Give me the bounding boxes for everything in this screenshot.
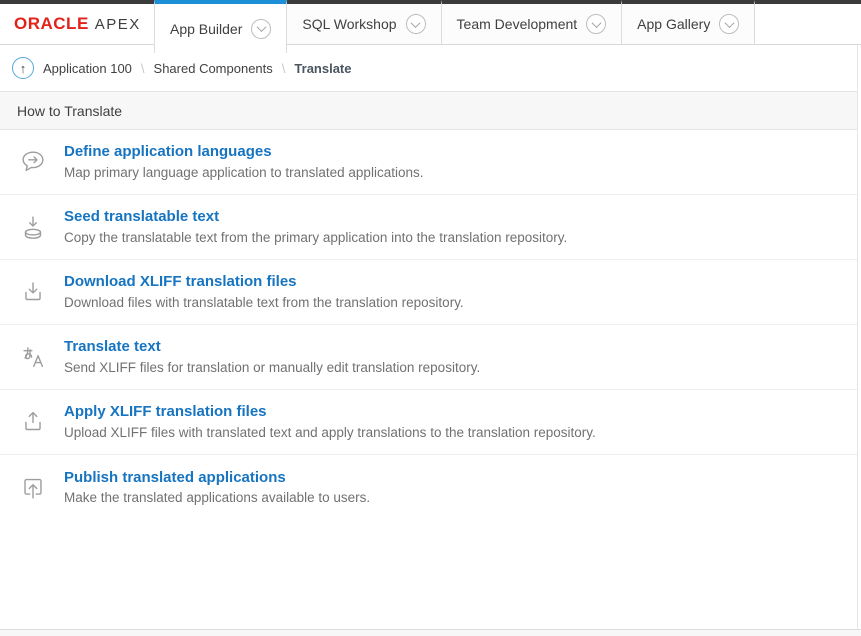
region-header: How to Translate xyxy=(0,91,857,130)
tab-label: SQL Workshop xyxy=(302,16,396,32)
task-title-link[interactable]: Publish translated applications xyxy=(64,469,370,488)
chevron-down-icon[interactable] xyxy=(586,14,606,34)
task-title-link[interactable]: Apply XLIFF translation files xyxy=(64,403,596,422)
chevron-down-icon[interactable] xyxy=(251,19,271,39)
task-row: Translate text Send XLIFF files for tran… xyxy=(0,325,857,390)
task-description: Copy the translatable text from the prim… xyxy=(64,230,567,246)
tab-label: Team Development xyxy=(457,16,578,32)
breadcrumb-link[interactable]: Application 100 xyxy=(43,61,132,76)
task-text: Download XLIFF translation files Downloa… xyxy=(64,273,464,311)
oracle-apex-logo[interactable]: ORACLE APEX xyxy=(0,0,155,45)
task-title-link[interactable]: Download XLIFF translation files xyxy=(64,273,464,292)
top-navigation-bar: ORACLE APEX App Builder SQL Workshop Tea… xyxy=(0,0,861,45)
task-row: Download XLIFF translation files Downloa… xyxy=(0,260,857,325)
oracle-logo-text: ORACLE xyxy=(14,14,89,34)
task-text: Apply XLIFF translation files Upload XLI… xyxy=(64,403,596,441)
task-description: Map primary language application to tran… xyxy=(64,165,423,181)
task-description: Make the translated applications availab… xyxy=(64,490,370,506)
task-description: Send XLIFF files for translation or manu… xyxy=(64,360,480,376)
main-content: ↑ Application 100 \ Shared Components \ xyxy=(0,45,858,629)
apex-window: ORACLE APEX App Builder SQL Workshop Tea… xyxy=(0,0,861,636)
tab-label: App Gallery xyxy=(637,16,710,32)
task-title-link[interactable]: Seed translatable text xyxy=(64,208,567,227)
breadcrumb-item: Application 100 xyxy=(43,61,132,76)
task-text: Seed translatable text Copy the translat… xyxy=(64,208,567,246)
task-row: Publish translated applications Make the… xyxy=(0,455,857,520)
seed-database-icon xyxy=(17,211,49,243)
breadcrumb-link[interactable]: Shared Components xyxy=(154,61,273,76)
speech-bubble-arrow-icon xyxy=(17,146,49,178)
chevron-glyph xyxy=(724,18,734,28)
task-row: Seed translatable text Copy the translat… xyxy=(0,195,857,260)
top-tab[interactable]: App Gallery xyxy=(622,0,755,45)
breadcrumb-separator: \ xyxy=(141,61,145,76)
task-row: Apply XLIFF translation files Upload XLI… xyxy=(0,390,857,455)
task-row: Define application languages Map primary… xyxy=(0,130,857,195)
breadcrumb-item: \ Translate xyxy=(273,61,352,76)
chevron-glyph xyxy=(591,18,601,28)
task-title-link[interactable]: Define application languages xyxy=(64,143,423,162)
tab-label: App Builder xyxy=(170,21,242,37)
task-text: Translate text Send XLIFF files for tran… xyxy=(64,338,480,376)
header-spacer xyxy=(755,0,861,45)
chevron-glyph xyxy=(256,22,266,32)
apex-logo-text: APEX xyxy=(95,16,141,33)
task-description: Upload XLIFF files with translated text … xyxy=(64,425,596,441)
region-title: How to Translate xyxy=(17,103,122,119)
upload-tray-icon xyxy=(17,406,49,438)
top-tab[interactable]: Team Development xyxy=(442,0,623,45)
download-tray-icon xyxy=(17,276,49,308)
breadcrumb-link[interactable]: Translate xyxy=(294,61,351,76)
breadcrumb-item: \ Shared Components xyxy=(132,61,273,76)
translate-characters-icon xyxy=(17,341,49,373)
task-text: Define application languages Map primary… xyxy=(64,143,423,181)
footer-bar xyxy=(0,629,861,636)
publish-box-icon xyxy=(17,472,49,504)
task-title-link[interactable]: Translate text xyxy=(64,338,480,357)
top-tab[interactable]: SQL Workshop xyxy=(287,0,441,45)
task-description: Download files with translatable text fr… xyxy=(64,295,464,311)
chevron-down-icon[interactable] xyxy=(406,14,426,34)
top-tabs: App Builder SQL Workshop Team Developmen… xyxy=(155,0,755,53)
up-arrow-icon[interactable]: ↑ xyxy=(12,57,34,79)
breadcrumb-items: Application 100 \ Shared Components \ Tr… xyxy=(43,61,352,76)
task-list: Define application languages Map primary… xyxy=(0,130,857,520)
chevron-down-icon[interactable] xyxy=(719,14,739,34)
task-text: Publish translated applications Make the… xyxy=(64,469,370,507)
breadcrumb-separator: \ xyxy=(282,61,286,76)
top-tab[interactable]: App Builder xyxy=(154,0,287,53)
chevron-glyph xyxy=(411,18,421,28)
